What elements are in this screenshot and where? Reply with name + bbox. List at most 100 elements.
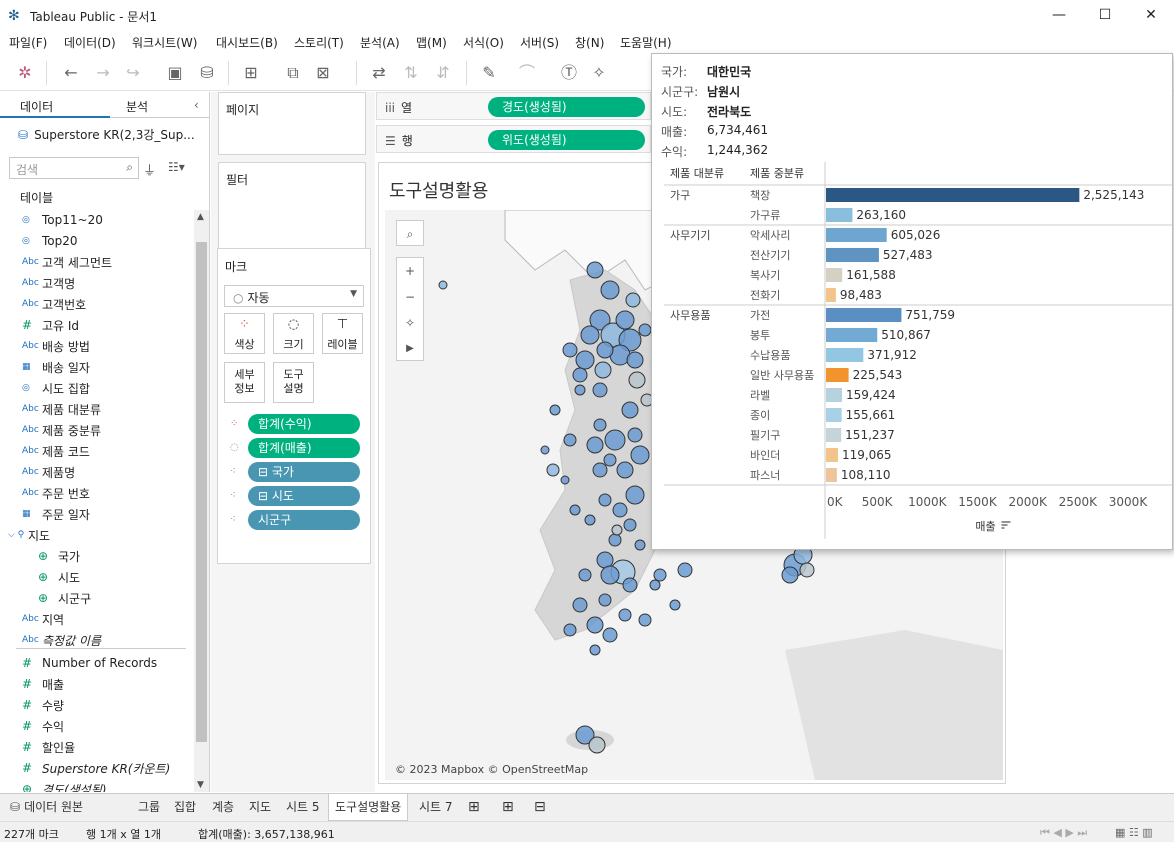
view-mode-icon[interactable]: ▦ ☷ ▥: [1115, 826, 1153, 839]
sort-asc-icon[interactable]: ⇅: [400, 62, 422, 84]
map-bubble[interactable]: [598, 493, 612, 507]
map-bubble[interactable]: [560, 475, 570, 485]
map-bubble[interactable]: [625, 292, 641, 308]
field-item[interactable]: ⊕ 경도(생성됨): [22, 779, 107, 792]
save-icon[interactable]: ▣: [164, 62, 186, 84]
duplicate-icon[interactable]: ⧉: [282, 62, 304, 84]
tab-sheet5[interactable]: 시트 5: [280, 794, 326, 821]
menu-help[interactable]: 도움말(H): [620, 34, 672, 51]
menu-story[interactable]: 스토리(T): [294, 34, 344, 51]
forward-icon[interactable]: →: [92, 62, 114, 84]
map-bubble[interactable]: [586, 616, 604, 634]
map-bubble[interactable]: [630, 445, 650, 465]
pill-sum-sales[interactable]: 합계(매출): [248, 438, 360, 458]
tab-hierarchy[interactable]: 계층: [206, 794, 240, 821]
menu-analysis[interactable]: 분석(A): [360, 34, 400, 51]
pages-card[interactable]: 페이지: [218, 92, 366, 155]
pill-sum-profit[interactable]: 합계(수익): [248, 414, 360, 434]
label-button[interactable]: ⊤ 레이블: [322, 313, 363, 354]
map-bubble[interactable]: [627, 427, 643, 443]
new-worksheet-icon[interactable]: ⊞: [462, 794, 486, 821]
menu-map[interactable]: 맵(M): [416, 34, 447, 51]
map-bubble[interactable]: [600, 565, 620, 585]
map-bubble[interactable]: [638, 323, 652, 337]
menu-server[interactable]: 서버(S): [520, 34, 559, 51]
map-bubble[interactable]: [563, 433, 577, 447]
map-bubble[interactable]: [592, 462, 608, 478]
map-bubble[interactable]: [638, 613, 652, 627]
collapse-icon[interactable]: ‹: [194, 98, 199, 112]
zoom-out-icon[interactable]: −: [397, 284, 423, 310]
swap-icon[interactable]: ⇄: [368, 62, 390, 84]
map-bubble[interactable]: [622, 577, 638, 593]
zoom-in-icon[interactable]: +: [397, 258, 423, 284]
map-bubble[interactable]: [572, 367, 588, 383]
map-bubble[interactable]: [669, 599, 681, 611]
field-item[interactable]: ⊕ 시군구: [38, 588, 91, 608]
map-bubble[interactable]: [602, 627, 618, 643]
annotate-icon[interactable]: ⌒: [516, 62, 538, 84]
detail-button[interactable]: 세부 정보: [224, 362, 265, 403]
rows-shelf[interactable]: ☰ 행 위도(생성됨): [376, 125, 651, 153]
map-bubble[interactable]: [623, 518, 637, 532]
menu-dashboard[interactable]: 대시보드(B): [216, 34, 278, 51]
map-bubble[interactable]: [596, 341, 614, 359]
map-bubble[interactable]: [562, 342, 578, 358]
pin-icon[interactable]: ✧: [588, 62, 610, 84]
field-item[interactable]: Abc 측정값 이름: [22, 630, 101, 650]
field-item[interactable]: Abc 제품 중분류: [22, 420, 101, 440]
map-bubble[interactable]: [604, 429, 626, 451]
map-bubble[interactable]: [588, 736, 606, 754]
field-item[interactable]: Abc 고객번호: [22, 294, 86, 314]
tab-group[interactable]: 그룹: [132, 794, 166, 821]
map-bubble[interactable]: [574, 384, 586, 396]
map-bubble[interactable]: [578, 568, 592, 582]
pin-map-icon[interactable]: ✧: [397, 310, 423, 336]
pill-latitude[interactable]: 위도(생성됨): [488, 130, 645, 150]
pill-country[interactable]: ⊟ 국가: [248, 462, 360, 482]
columns-shelf[interactable]: iii 열 경도(생성됨): [376, 92, 651, 120]
field-item[interactable]: ⌵ ⚲ 지도: [8, 525, 50, 545]
map-bubble[interactable]: [612, 502, 628, 518]
map-bubble[interactable]: [586, 436, 604, 454]
field-item[interactable]: ▦ 주문 일자: [22, 504, 90, 524]
clear-icon[interactable]: ⊠: [312, 62, 334, 84]
menu-window[interactable]: 창(N): [575, 34, 604, 51]
map-bubble[interactable]: [594, 361, 612, 379]
map-bubble[interactable]: [603, 453, 617, 467]
new-datasource-icon[interactable]: ⛁: [196, 62, 218, 84]
field-item[interactable]: ▦ 배송 일자: [22, 357, 90, 377]
map-bubble[interactable]: [563, 623, 577, 637]
map-bubble[interactable]: [598, 593, 612, 607]
tab-map[interactable]: 지도: [243, 794, 277, 821]
expand-toolbar-icon[interactable]: ▶: [397, 336, 423, 362]
field-item[interactable]: Abc 주문 번호: [22, 483, 90, 503]
map-bubble[interactable]: [569, 504, 581, 516]
map-bubble[interactable]: [575, 350, 595, 370]
pager-icon[interactable]: ⏮ ◀ ▶ ⏭: [1040, 826, 1087, 840]
mark-type-dropdown[interactable]: ○ 자동 ▼: [224, 285, 364, 307]
field-item[interactable]: Abc 제품명: [22, 462, 75, 482]
field-item[interactable]: Abc 제품 대분류: [22, 399, 101, 419]
menu-worksheet[interactable]: 워크시트(W): [132, 34, 197, 51]
map-bubble[interactable]: [799, 562, 815, 578]
map-bubble[interactable]: [584, 514, 596, 526]
field-item[interactable]: Abc 제품 코드: [22, 441, 90, 461]
map-bubble[interactable]: [781, 566, 799, 584]
search-icon[interactable]: ⌕: [396, 220, 424, 246]
field-item[interactable]: # 수익: [22, 716, 64, 736]
field-item[interactable]: # 할인율: [22, 737, 75, 757]
field-item[interactable]: ◎ Top11~20: [22, 210, 103, 230]
map-bubble[interactable]: [593, 418, 607, 432]
menu-file[interactable]: 파일(F): [9, 34, 47, 51]
map-bubble[interactable]: [615, 310, 635, 330]
map-bubble[interactable]: [546, 463, 560, 477]
map-bubble[interactable]: [618, 608, 632, 622]
tab-tooltip-usage[interactable]: 도구설명활용: [328, 794, 409, 821]
pill-city[interactable]: 시군구: [248, 510, 360, 530]
map-bubble[interactable]: [586, 261, 604, 279]
map-bubble[interactable]: [608, 533, 622, 547]
menu-data[interactable]: 데이터(D): [64, 34, 116, 51]
field-item[interactable]: Abc 배송 방법: [22, 336, 90, 356]
field-item[interactable]: Abc 고객 세그먼트: [22, 252, 112, 272]
